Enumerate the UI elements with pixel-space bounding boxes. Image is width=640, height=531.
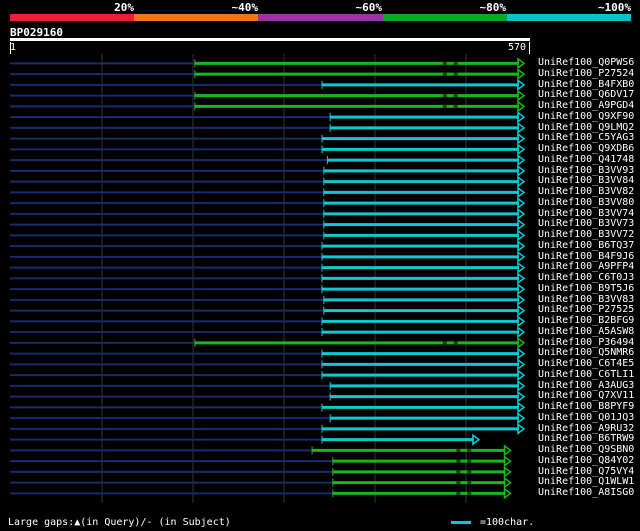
footer-legend-scale: =100char.	[480, 517, 535, 528]
hit-label[interactable]: UniRef100_Q1WLW1	[538, 477, 634, 487]
hit-label[interactable]: UniRef100_B3VV73	[538, 219, 634, 229]
hit-label[interactable]: UniRef100_C5YAG3	[538, 133, 634, 143]
hit-label[interactable]: UniRef100_B3VV80	[538, 197, 634, 208]
hit-label[interactable]: UniRef100_C6T0J3	[538, 273, 634, 283]
hit-label[interactable]: UniRef100_Q9XF90	[538, 111, 634, 122]
hit-label[interactable]: UniRef100_B6TRW9	[538, 434, 634, 444]
hit-label[interactable]: UniRef100_Q9LMQ2	[538, 122, 634, 133]
hit-label[interactable]: UniRef100_B3VV93	[538, 165, 634, 176]
hit-label[interactable]: UniRef100_Q84Y02	[538, 455, 634, 466]
hit-label[interactable]: UniRef100_B3VV74	[538, 208, 634, 219]
hit-label[interactable]: UniRef100_B4F9J6	[538, 251, 634, 262]
hit-label[interactable]: UniRef100_B4FXB0	[538, 79, 634, 90]
hit-label[interactable]: UniRef100_B6TQ37	[538, 240, 634, 251]
hit-label[interactable]: UniRef100_Q41748	[538, 154, 634, 165]
hit-label[interactable]: UniRef100_B9T5J6	[538, 283, 634, 294]
footer-scale-swatch	[451, 521, 471, 524]
hit-label[interactable]: UniRef100_Q7XV11	[538, 391, 634, 401]
hit-label[interactable]: UniRef100_Q0PWS6	[538, 58, 634, 68]
hit-label[interactable]: UniRef100_B2BFG9	[538, 316, 634, 326]
hit-label[interactable]: UniRef100_C6TLI1	[538, 369, 634, 380]
hit-label[interactable]: UniRef100_Q75VY4	[538, 466, 634, 477]
hit-label[interactable]: UniRef100_A3AUG3	[538, 380, 634, 391]
hit-label[interactable]: UniRef100_B3VV84	[538, 176, 634, 186]
hit-label[interactable]: UniRef100_P36494	[538, 337, 634, 348]
hit-label[interactable]: UniRef100_B3VV82	[538, 187, 634, 197]
hit-label[interactable]: UniRef100_Q9XDB6	[538, 144, 634, 154]
hit-label[interactable]: UniRef100_P27524	[538, 68, 634, 79]
hit-label[interactable]: UniRef100_Q9SBN0	[538, 445, 634, 455]
hit-label[interactable]: UniRef100_B8PYF9	[538, 402, 634, 412]
hit-label[interactable]: UniRef100_A5ASW8	[538, 326, 634, 337]
hit-label[interactable]: UniRef100_C6T4E5	[538, 359, 634, 369]
hit-label[interactable]: UniRef100_A9PGD4	[538, 101, 634, 111]
hit-label[interactable]: UniRef100_Q5NMR6	[538, 348, 634, 358]
hit-label[interactable]: UniRef100_P27525	[538, 305, 634, 315]
footer-legend-gaps: Large gaps:▲(in Query)/- (in Subject)	[8, 517, 231, 528]
hit-label[interactable]: UniRef100_Q6DV17	[538, 90, 634, 100]
hit-label[interactable]: UniRef100_A9RU32	[538, 423, 634, 434]
hit-label[interactable]: UniRef100_A8ISG0	[538, 488, 634, 498]
hit-label[interactable]: UniRef100_B3VV83	[538, 294, 634, 305]
hit-label[interactable]: UniRef100_A9PFP4	[538, 262, 634, 272]
hit-label[interactable]: UniRef100_Q01JQ3	[538, 412, 634, 423]
hit-label[interactable]: UniRef100_B3VV72	[538, 230, 634, 240]
